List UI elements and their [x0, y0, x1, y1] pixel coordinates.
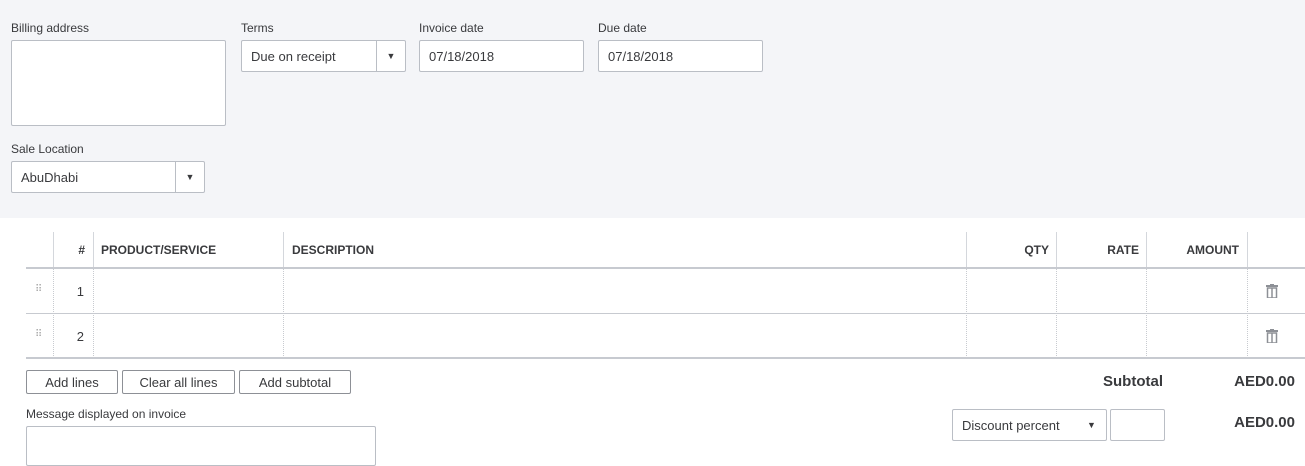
- subtotal-value: AED0.00: [1234, 373, 1295, 390]
- terms-value: Due on receipt: [251, 48, 336, 64]
- invoice-date-label: Invoice date: [419, 21, 484, 35]
- header-amount: AMOUNT: [1186, 242, 1239, 257]
- sale-location-select[interactable]: AbuDhabi ▼: [11, 161, 205, 193]
- divider: [283, 232, 284, 267]
- add-subtotal-button[interactable]: Add subtotal: [239, 370, 351, 394]
- subtotal-label: Subtotal: [1103, 373, 1163, 390]
- divider: [26, 267, 1305, 269]
- divider: [26, 313, 1305, 314]
- billing-address-label: Billing address: [11, 21, 90, 35]
- discount-input[interactable]: [1110, 409, 1165, 441]
- trash-icon[interactable]: [1266, 284, 1278, 298]
- due-date-label: Due date: [598, 21, 647, 35]
- header-rate: RATE: [1107, 242, 1139, 257]
- message-label: Message displayed on invoice: [26, 407, 187, 421]
- header-product: PRODUCT/SERVICE: [101, 242, 217, 257]
- divider: [966, 232, 967, 267]
- due-date-input[interactable]: 07/18/2018: [598, 40, 763, 72]
- message-input[interactable]: [26, 426, 376, 466]
- divider: [1056, 232, 1057, 267]
- chevron-down-icon[interactable]: ▼: [175, 162, 204, 192]
- chevron-down-icon[interactable]: ▼: [1077, 410, 1106, 440]
- sale-location-value: AbuDhabi: [21, 169, 79, 185]
- drag-handle-icon[interactable]: ⠿: [35, 329, 42, 340]
- discount-type-select[interactable]: Discount percent ▼: [952, 409, 1107, 441]
- divider: [93, 232, 94, 267]
- drag-handle-icon[interactable]: ⠿: [35, 284, 42, 295]
- trash-icon[interactable]: [1266, 329, 1278, 343]
- divider: [53, 232, 54, 267]
- divider: [1247, 232, 1248, 267]
- clear-all-lines-button[interactable]: Clear all lines: [122, 370, 235, 394]
- terms-label: Terms: [241, 21, 274, 35]
- billing-address-input[interactable]: [11, 40, 226, 126]
- discount-value: AED0.00: [1234, 414, 1295, 431]
- header-qty: QTY: [1024, 242, 1049, 257]
- sale-location-label: Sale Location: [11, 142, 84, 156]
- add-lines-button[interactable]: Add lines: [26, 370, 118, 394]
- terms-select[interactable]: Due on receipt ▼: [241, 40, 406, 72]
- invoice-date-input[interactable]: 07/18/2018: [419, 40, 584, 72]
- discount-type-value: Discount percent: [962, 417, 1060, 433]
- row-number: 2: [76, 329, 84, 344]
- chevron-down-icon[interactable]: ▼: [376, 41, 405, 71]
- divider: [26, 357, 1305, 359]
- row-number: 1: [76, 284, 84, 299]
- divider: [1146, 232, 1147, 267]
- header-description: DESCRIPTION: [292, 242, 375, 257]
- header-num: #: [78, 242, 85, 257]
